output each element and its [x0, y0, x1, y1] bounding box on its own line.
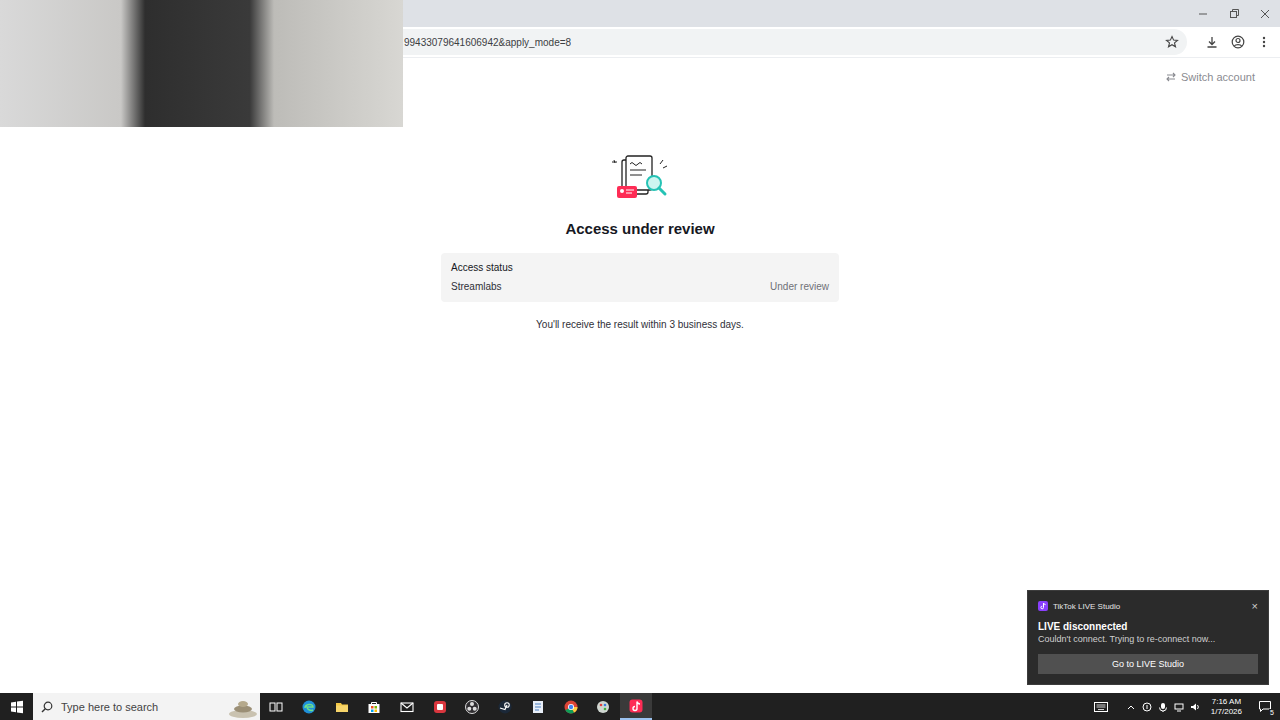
- minimize-icon[interactable]: [1198, 9, 1208, 19]
- action-center-button[interactable]: 5: [1250, 693, 1280, 720]
- taskbar-app[interactable]: [260, 693, 293, 720]
- close-icon[interactable]: [1260, 9, 1270, 19]
- card-heading: Access status: [451, 262, 829, 273]
- notepad-icon[interactable]: [530, 699, 546, 715]
- taskbar-apps: [260, 693, 652, 720]
- restore-icon[interactable]: [1229, 9, 1239, 19]
- status-label: Under review: [770, 281, 829, 292]
- redapp-icon[interactable]: [432, 699, 448, 715]
- document-search-icon: [608, 154, 672, 204]
- webcam-overlay: [0, 0, 403, 127]
- url-text: 99433079641606942&apply_mode=8: [404, 37, 571, 48]
- start-button[interactable]: [0, 693, 33, 720]
- keyboard-button[interactable]: [1093, 693, 1109, 720]
- profile-button[interactable]: [1226, 30, 1250, 54]
- keyboard-icon[interactable]: [1094, 702, 1108, 712]
- stones-icon: [226, 696, 260, 718]
- profile-icon[interactable]: [1231, 35, 1245, 49]
- app-icon-wrap: [497, 699, 513, 715]
- search-placeholder: Type here to search: [61, 701, 158, 713]
- kebab-menu-icon[interactable]: [1257, 35, 1271, 49]
- taskbar-app[interactable]: [293, 693, 326, 720]
- taskbar-app[interactable]: [456, 693, 489, 720]
- restore-button[interactable]: [1218, 0, 1249, 27]
- access-status-card: Access status Streamlabs Under review: [441, 253, 839, 302]
- taskbar-app[interactable]: [620, 693, 653, 720]
- edge-icon[interactable]: [301, 699, 317, 715]
- status-row: Streamlabs Under review: [451, 281, 829, 292]
- app-icon-wrap: [432, 699, 448, 715]
- chevron-up-icon[interactable]: [1127, 704, 1135, 710]
- toast-title: LIVE disconnected: [1038, 621, 1258, 632]
- taskbar-app[interactable]: [522, 693, 555, 720]
- tray-item[interactable]: [1155, 693, 1171, 720]
- app-icon-wrap: [334, 699, 350, 715]
- taskbar-app[interactable]: [587, 693, 620, 720]
- result-note: You'll receive the result within 3 busin…: [536, 319, 744, 330]
- app-icon-wrap: [595, 699, 611, 715]
- page-title: Access under review: [565, 220, 714, 237]
- taskbar-app[interactable]: [423, 693, 456, 720]
- taskbar-search[interactable]: Type here to search: [33, 693, 260, 720]
- app-icon-wrap: [530, 699, 546, 715]
- tiktok-live-studio-icon: [1038, 601, 1048, 611]
- taskbar-app[interactable]: [358, 693, 391, 720]
- menu-button[interactable]: [1252, 30, 1276, 54]
- show-hidden-icons[interactable]: [1123, 693, 1139, 720]
- store-icon[interactable]: [366, 699, 382, 715]
- app-icon-wrap: [464, 699, 480, 715]
- app-tray-icon[interactable]: [1142, 702, 1152, 712]
- swap-icon[interactable]: [1165, 71, 1177, 83]
- tray-item[interactable]: [1139, 693, 1155, 720]
- app-icon-wrap: [268, 699, 284, 715]
- app-icon-wrap: [301, 699, 317, 715]
- app-icon-wrap: [628, 698, 644, 714]
- volume-icon[interactable]: [1190, 702, 1200, 712]
- notification-count: 5: [1269, 709, 1275, 717]
- clock-time: 7:16 AM: [1212, 697, 1241, 707]
- downloads-button[interactable]: [1200, 30, 1224, 54]
- go-to-live-studio-button[interactable]: Go to LIVE Studio: [1038, 654, 1258, 674]
- taskbar-app[interactable]: [325, 693, 358, 720]
- download-icon[interactable]: [1205, 35, 1219, 49]
- windows-logo-icon[interactable]: [10, 700, 24, 714]
- taskbar-app[interactable]: [391, 693, 424, 720]
- tray-item[interactable]: [1171, 693, 1187, 720]
- close-button[interactable]: [1249, 0, 1280, 27]
- switch-account-link[interactable]: Switch account: [1165, 71, 1255, 83]
- notification-toast: TikTok LIVE Studio × LIVE disconnected Coul…: [1027, 590, 1269, 685]
- app-icon-wrap: [399, 699, 415, 715]
- minimize-button[interactable]: [1187, 0, 1218, 27]
- mail-icon[interactable]: [399, 699, 415, 715]
- bookmark-button[interactable]: [1157, 29, 1187, 55]
- star-icon[interactable]: [1165, 35, 1179, 49]
- system-tray: 7:16 AM1/7/2026 5: [1093, 693, 1280, 720]
- service-name: Streamlabs: [451, 281, 502, 292]
- toast-header: TikTok LIVE Studio ×: [1038, 600, 1258, 612]
- switch-account-label: Switch account: [1181, 71, 1255, 83]
- toast-close-button[interactable]: ×: [1252, 600, 1258, 612]
- app-icon-wrap: [563, 699, 579, 715]
- paint-icon[interactable]: [595, 699, 611, 715]
- app-icon-wrap: [366, 699, 382, 715]
- taskbar-app[interactable]: [489, 693, 522, 720]
- search-icon: [41, 701, 53, 713]
- microphone-icon[interactable]: [1158, 702, 1168, 712]
- chrome-icon[interactable]: [563, 699, 579, 715]
- taskbar: Type here to search 7:16 AM1/7/2026 5: [0, 693, 1280, 720]
- tiktok-icon[interactable]: [628, 698, 644, 714]
- clock[interactable]: 7:16 AM1/7/2026: [1203, 697, 1250, 717]
- toast-message: Couldn't connect. Trying to re-connect n…: [1038, 634, 1258, 644]
- tray-item[interactable]: [1187, 693, 1203, 720]
- explorer-icon[interactable]: [334, 699, 350, 715]
- toast-app-name: TikTok LIVE Studio: [1053, 602, 1120, 611]
- steam-icon[interactable]: [497, 699, 513, 715]
- network-icon[interactable]: [1174, 702, 1184, 712]
- taskview-icon[interactable]: [268, 699, 284, 715]
- obs-icon[interactable]: [464, 699, 480, 715]
- taskbar-app[interactable]: [554, 693, 587, 720]
- review-illustration: [608, 154, 672, 204]
- clock-date: 1/7/2026: [1211, 707, 1242, 717]
